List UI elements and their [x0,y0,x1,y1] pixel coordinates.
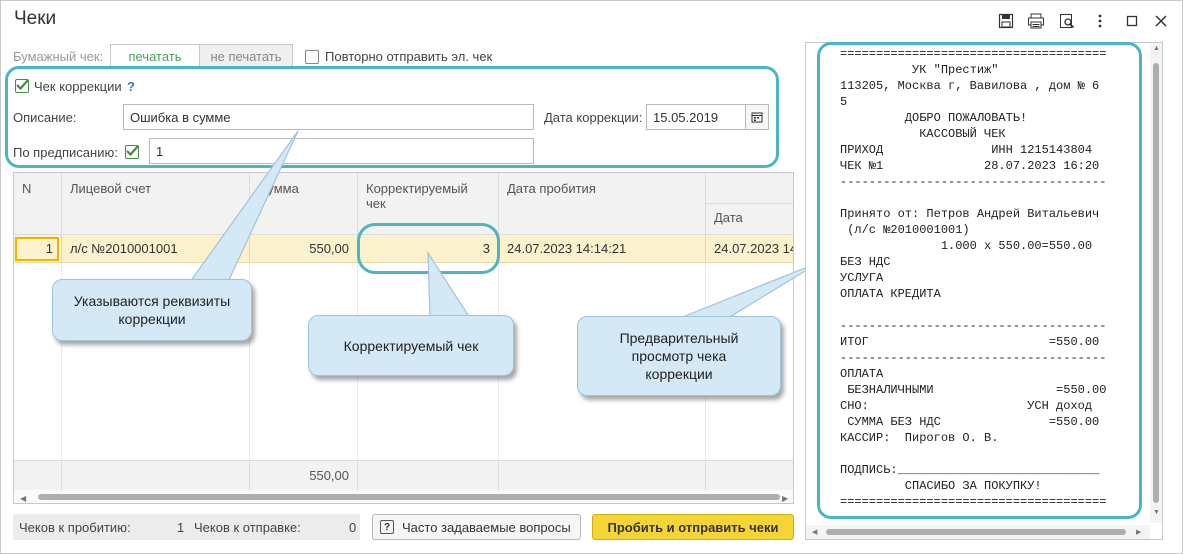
receipt-horizontal-scrollbar[interactable]: ◀ ▶ [806,525,1150,539]
scroll-right-icon[interactable]: ▶ [1136,528,1141,536]
scroll-left-icon[interactable]: ◀ [812,528,817,536]
callout-requisites: Указываются реквизиты коррекции [52,279,252,341]
faq-button[interactable]: ? Часто задаваемые вопросы [372,514,581,540]
receipt-highlight [817,42,1142,519]
scroll-up-icon[interactable]: ▲ [1153,45,1160,52]
pointer-corrected-check [427,250,472,319]
help-icon: ? [380,520,394,534]
pointer-preview [679,261,821,319]
to-send-label: Чеков к отправке: [194,520,301,535]
pointer-requisites [188,130,299,283]
vertical-scrollbar[interactable]: ▲ ▼ [1150,43,1162,523]
callout-preview: Предварительный просмотр чека коррекции [577,316,781,396]
scrollbar-thumb[interactable] [826,529,1126,535]
faq-button-label: Часто задаваемые вопросы [402,519,571,535]
to-print-label: Чеков к пробитию: [19,520,131,535]
scrollbar-thumb[interactable] [1153,63,1159,503]
to-send-value: 0 [349,520,357,535]
scroll-down-icon[interactable]: ▼ [1153,509,1160,516]
to-print-value: 1 [177,520,185,535]
submit-button[interactable]: Пробить и отправить чеки [592,514,794,540]
callout-corrected-check: Корректируемый чек [308,315,514,376]
